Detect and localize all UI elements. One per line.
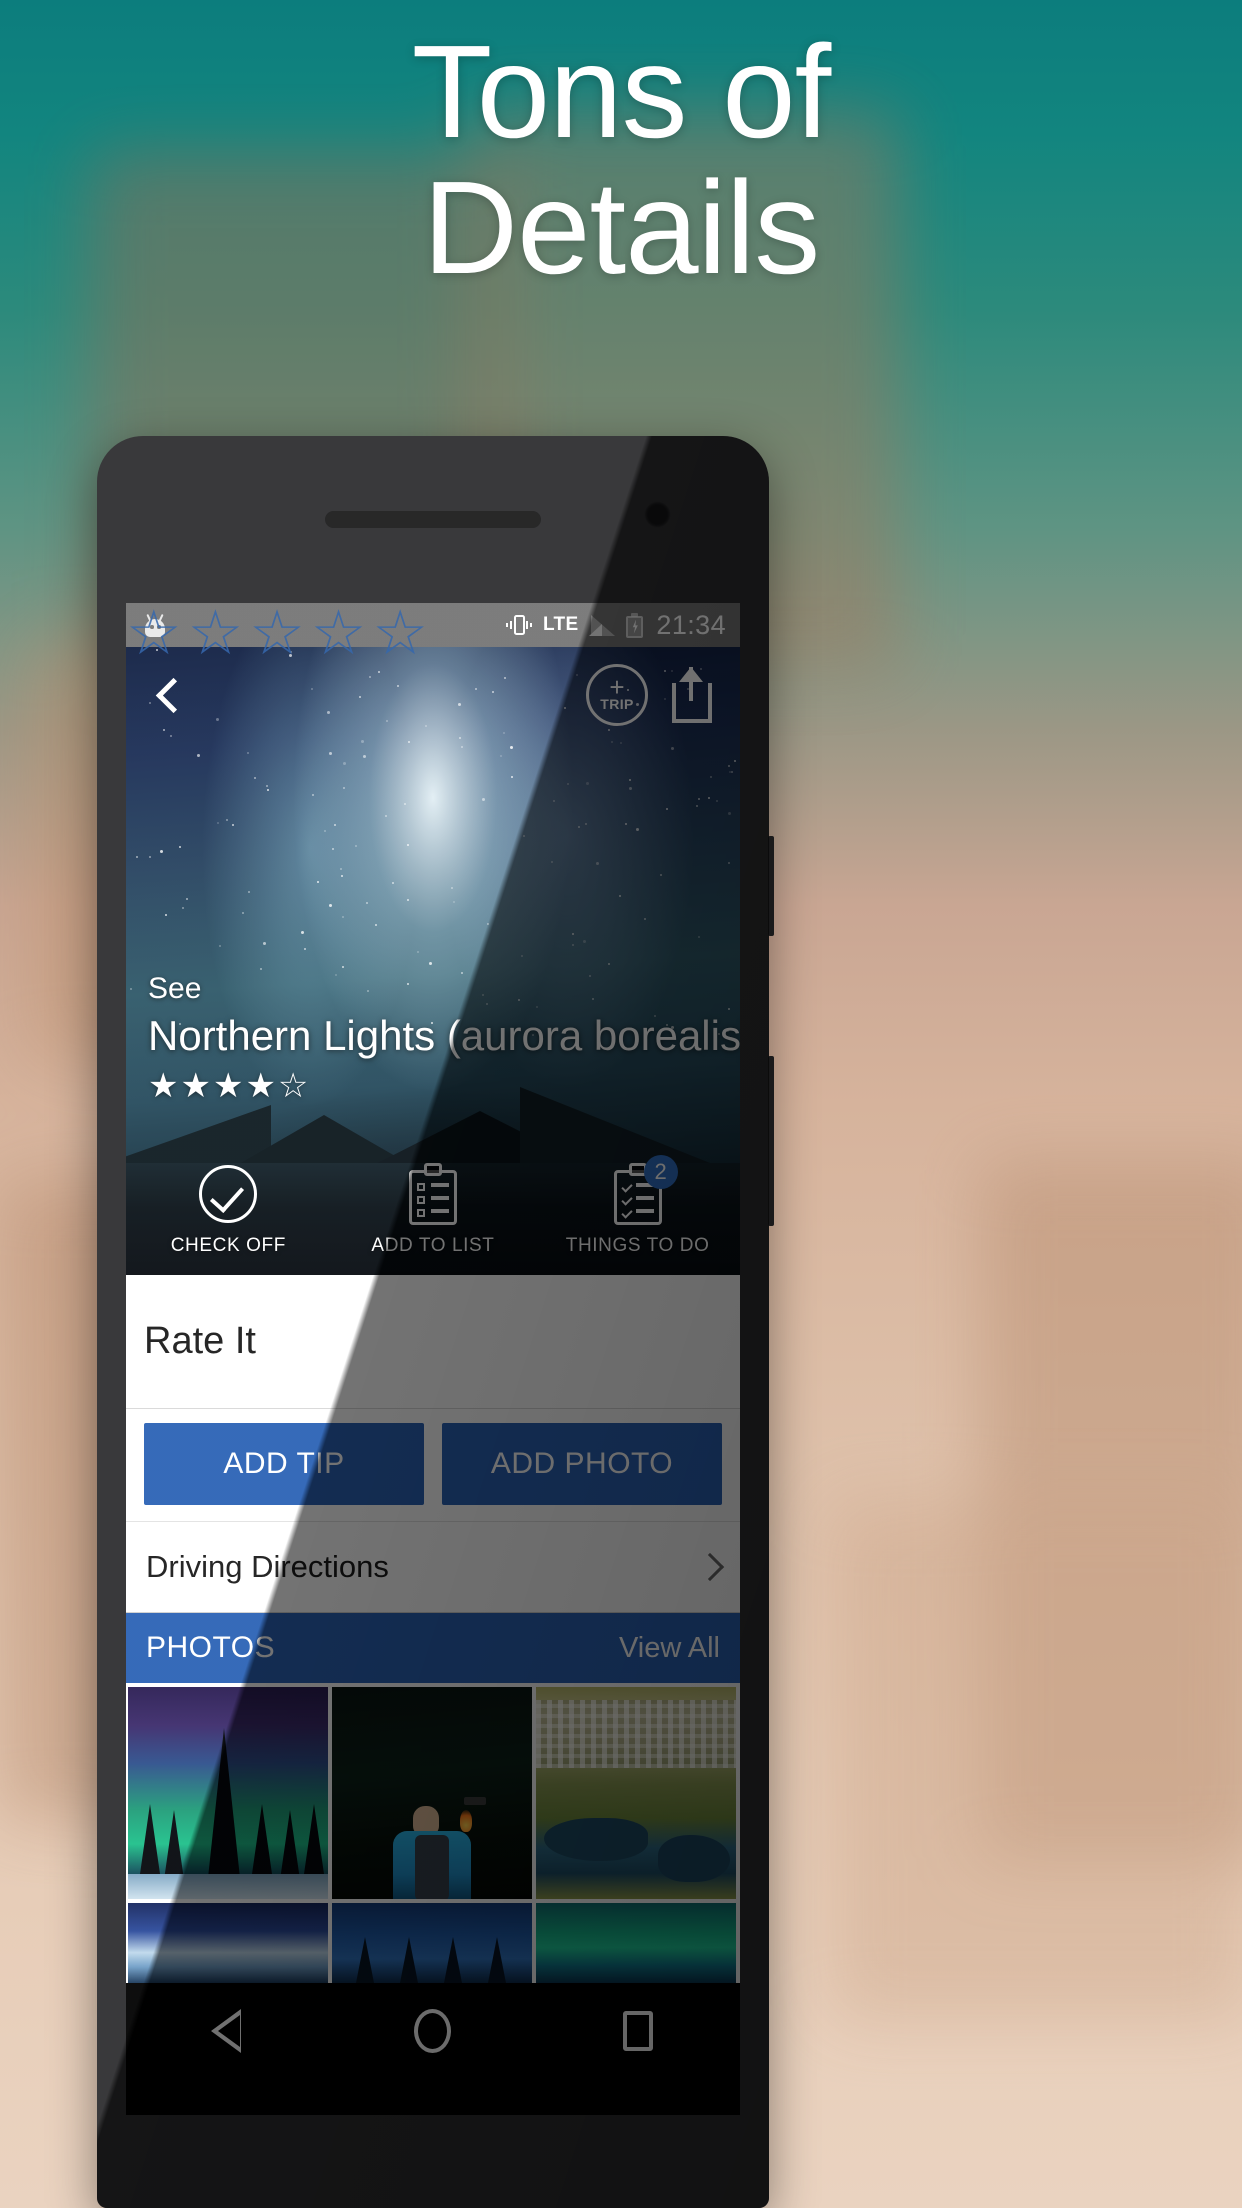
promo-headline: Tons of Details: [0, 24, 1242, 296]
photo-thumb-4[interactable]: [128, 1903, 328, 1983]
promo-screenshot: Tons of Details LTE 21:34 + TRIP See Nor…: [0, 0, 1242, 2208]
chevron-right-icon: [698, 1556, 720, 1578]
headline-line-2: Details: [0, 160, 1242, 296]
front-camera: [644, 501, 671, 528]
volume-button[interactable]: [768, 1056, 774, 1226]
headline-line-1: Tons of: [0, 24, 1242, 160]
phone-mockup: LTE 21:34 + TRIP See Northern Lights (au…: [97, 436, 769, 2208]
earpiece-speaker: [325, 511, 541, 528]
power-button[interactable]: [768, 836, 774, 936]
photo-thumb-5[interactable]: [332, 1903, 532, 1983]
rate-it-row: Rate It ☆ ☆ ☆ ☆ ☆: [126, 1275, 740, 1409]
photo-thumb-1[interactable]: [128, 1687, 328, 1899]
photo-grid: [126, 1683, 740, 1983]
phone-screen: LTE 21:34 + TRIP See Northern Lights (au…: [126, 603, 740, 2115]
photo-thumb-3[interactable]: [536, 1687, 736, 1899]
photo-thumb-2[interactable]: [332, 1687, 532, 1899]
photo-thumb-6[interactable]: [536, 1903, 736, 1983]
